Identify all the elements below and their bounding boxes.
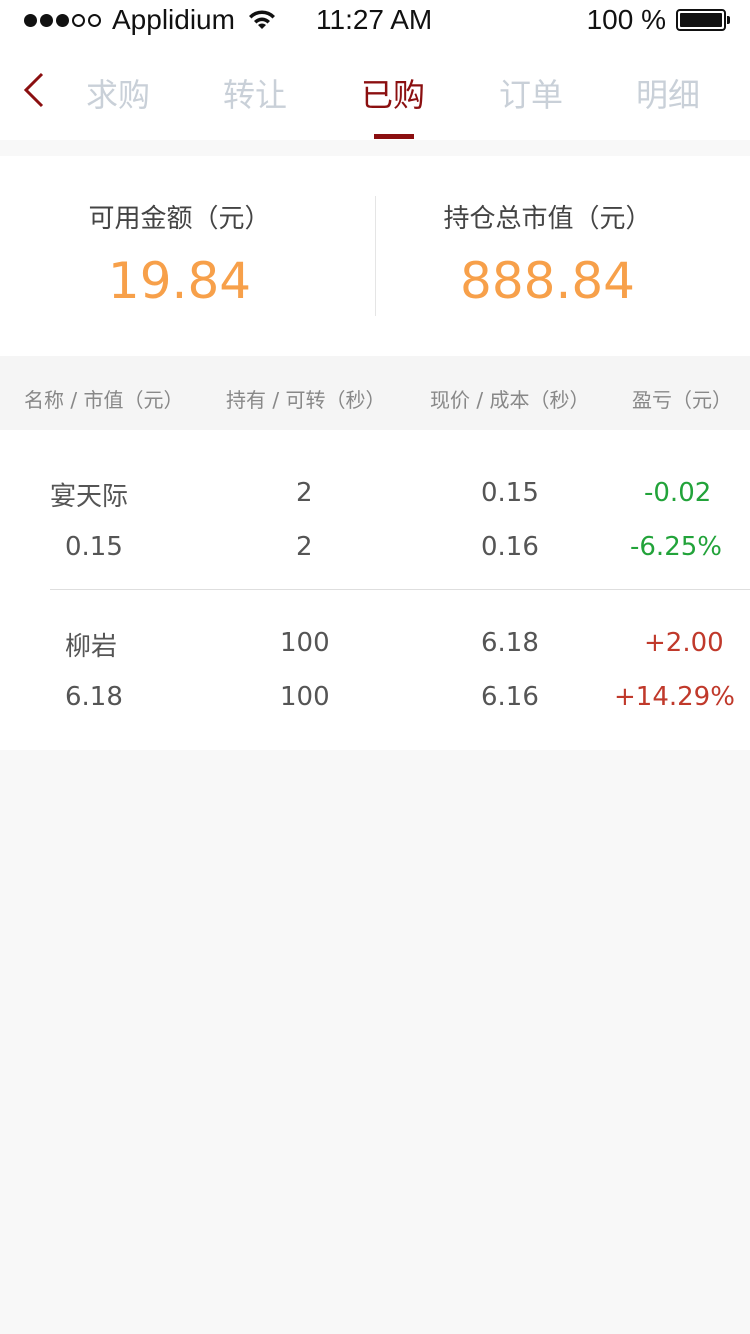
holding-price: 0.15 bbox=[481, 478, 539, 508]
table-header: 名称 / 市值（元） 持有 / 可转（秒） 现价 / 成本（秒） 盈亏（元） bbox=[0, 356, 750, 430]
header-pnl: 盈亏（元） bbox=[632, 388, 732, 412]
battery-icon bbox=[676, 9, 730, 31]
status-time: 11:27 AM bbox=[316, 4, 433, 35]
available-amount-value: 19.84 bbox=[107, 252, 252, 310]
holding-quantity: 2 bbox=[296, 478, 313, 508]
holding-pnl-percent: -6.25% bbox=[630, 532, 722, 562]
holding-pnl-percent: +14.29% bbox=[614, 682, 735, 712]
holding-pnl: +2.00 bbox=[644, 628, 724, 658]
holdings-list: 宴天际 0.15 2 2 0.15 0.16 -0.02 -6.25% 柳岩 6… bbox=[0, 430, 750, 750]
holding-quantity: 100 bbox=[280, 628, 330, 658]
holding-name: 柳岩 bbox=[65, 632, 118, 662]
status-right: 100 % bbox=[586, 4, 730, 36]
holding-total-value-value: 888.84 bbox=[460, 252, 635, 310]
holding-total-value-label: 持仓总市值（元） bbox=[443, 204, 652, 234]
header-holding-transferable: 持有 / 可转（秒） bbox=[226, 388, 386, 412]
chevron-left-icon bbox=[23, 72, 44, 108]
account-summary: 可用金额（元） 19.84 持仓总市值（元） 888.84 bbox=[0, 156, 750, 356]
holding-market-value: 6.18 bbox=[65, 682, 123, 712]
wifi-icon bbox=[248, 10, 275, 29]
header-name-value: 名称 / 市值（元） bbox=[24, 388, 184, 412]
holding-market-value: 0.15 bbox=[65, 532, 123, 562]
holding-name: 宴天际 bbox=[50, 482, 129, 512]
holding-transferable: 2 bbox=[296, 532, 313, 562]
row-divider bbox=[50, 589, 750, 590]
nav-header: 求购 转让 已购 订单 明细 bbox=[0, 40, 750, 140]
available-amount-label: 可用金额（元） bbox=[88, 204, 271, 234]
status-bar: Applidium 11:27 AM 100 % bbox=[0, 0, 750, 40]
holding-pnl: -0.02 bbox=[644, 478, 712, 508]
header-price-cost: 现价 / 成本（秒） bbox=[430, 388, 590, 412]
battery-percent: 100 % bbox=[586, 4, 666, 35]
holding-price: 6.18 bbox=[481, 628, 539, 658]
tab-mingxi[interactable]: 明细 bbox=[618, 70, 718, 116]
tab-dingdan[interactable]: 订单 bbox=[481, 70, 581, 116]
holding-cost: 6.16 bbox=[481, 682, 539, 712]
tab-zhuanrang[interactable]: 转让 bbox=[205, 70, 305, 116]
back-button[interactable] bbox=[14, 66, 54, 114]
signal-strength-icon bbox=[24, 13, 104, 27]
holding-transferable: 100 bbox=[280, 682, 330, 712]
tab-yigou[interactable]: 已购 bbox=[343, 70, 443, 116]
carrier-name: Applidium bbox=[112, 4, 235, 35]
holding-cost: 0.16 bbox=[481, 532, 539, 562]
tab-qiugou[interactable]: 求购 bbox=[68, 70, 168, 116]
active-tab-indicator bbox=[374, 134, 414, 139]
status-left: Applidium bbox=[24, 4, 277, 36]
